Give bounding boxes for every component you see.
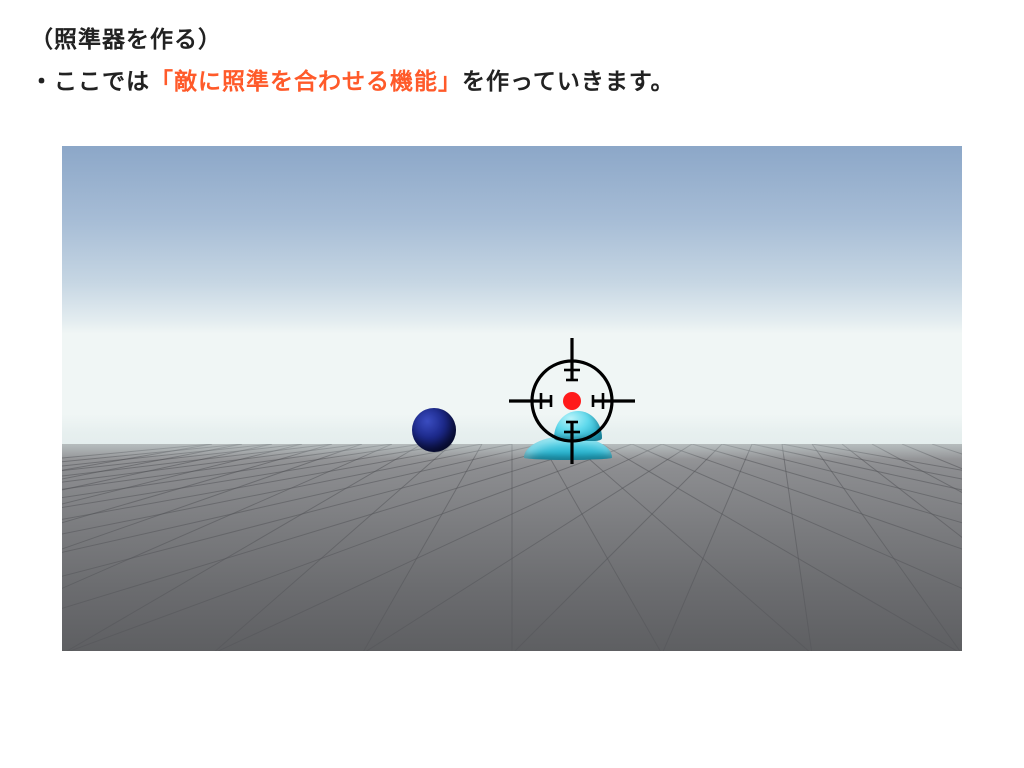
desc-suffix: を作っていきます。 [462, 68, 675, 94]
scene-ground-grid [62, 444, 962, 651]
enemy-sphere [412, 408, 456, 452]
section-description: ・ここでは「敵に照準を合わせる機能」を作っていきます。 [30, 62, 994, 96]
desc-prefix: ここでは [54, 68, 150, 94]
desc-highlight: 「敵に照準を合わせる機能」 [150, 68, 462, 94]
bullet-mark: ・ [30, 68, 54, 94]
scene-sky [62, 146, 962, 449]
scene-horizon-fog [62, 414, 962, 459]
section-heading: （照準器を作る） [30, 20, 994, 54]
game-scene-screenshot [62, 146, 962, 651]
document-page: （照準器を作る） ・ここでは「敵に照準を合わせる機能」を作っていきます。 [0, 0, 1024, 768]
